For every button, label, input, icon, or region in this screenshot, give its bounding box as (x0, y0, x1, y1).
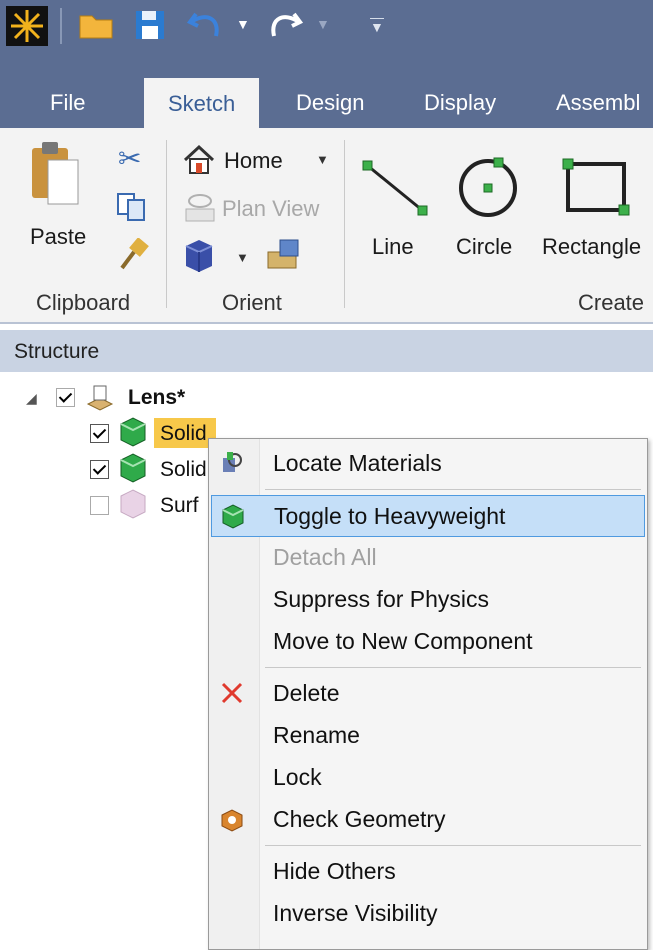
divider (344, 140, 345, 308)
tree-node-lens[interactable]: ◢ Lens* (0, 382, 220, 414)
delete-x-icon (221, 682, 243, 704)
open-folder-icon[interactable] (78, 8, 114, 47)
tree-item-label: Surf (160, 494, 199, 517)
plan-view-button: Plan View (182, 192, 342, 228)
menu-item-label: Check Geometry (273, 806, 446, 832)
menu-separator (265, 845, 641, 846)
collapse-triangle-icon[interactable]: ◢ (26, 390, 37, 407)
menu-item-hide-others[interactable]: Hide Others (209, 851, 647, 891)
menu-item-label: Toggle to Heavyweight (274, 503, 506, 529)
circle-icon (459, 157, 517, 217)
undo-dropdown-icon[interactable]: ▼ (236, 16, 250, 32)
tab-display[interactable]: Display (424, 90, 496, 116)
menu-item-label: Lock (273, 764, 322, 790)
menu-item-locate-materials[interactable]: Locate Materials (209, 443, 647, 483)
structure-panel-header: Structure (0, 330, 653, 372)
snap-view-icon[interactable] (264, 236, 304, 279)
undo-icon[interactable] (186, 6, 226, 49)
clipboard-group-label: Clipboard (36, 290, 131, 315)
visibility-checkbox[interactable] (90, 460, 109, 479)
plan-view-icon (185, 194, 215, 222)
save-icon[interactable] (134, 8, 166, 47)
menu-item-label: Move to New Component (273, 628, 533, 654)
title-bar: ▼ ▼ — ▼ (0, 0, 653, 78)
tab-design[interactable]: Design (296, 90, 364, 116)
assembly-icon (86, 385, 114, 411)
tree-node-solid-2[interactable]: Solid (0, 452, 210, 486)
menu-item-detach-all: Detach All (209, 537, 647, 577)
menu-item-label: Hide Others (273, 858, 396, 884)
structure-title: Structure (14, 340, 100, 363)
copy-icon[interactable] (114, 190, 150, 229)
menu-item-label: Suppress for Physics (273, 586, 490, 612)
format-painter-icon[interactable] (116, 237, 152, 277)
menu-item-delete[interactable]: Delete (209, 673, 647, 713)
menu-item-toggle-heavyweight[interactable]: Toggle to Heavyweight (211, 495, 645, 537)
menu-item-label: Delete (273, 680, 340, 706)
paste-button[interactable]: Paste (24, 140, 96, 258)
locate-materials-icon (223, 452, 242, 472)
tree-item-label: Solid (160, 422, 207, 445)
menu-item-label: Rename (273, 722, 360, 748)
view-dropdown-icon[interactable]: ▼ (236, 250, 249, 265)
check-geometry-icon (221, 809, 243, 832)
menu-item-check-geometry[interactable]: Check Geometry (209, 799, 647, 839)
redo-dropdown-icon[interactable]: ▼ (316, 16, 330, 32)
ribbon-tabs: File Sketch Design Display Assembl (0, 78, 653, 132)
orient-group-label: Orient (222, 290, 282, 315)
context-menu: Locate Materials Toggle to Heavyweight D… (208, 438, 648, 950)
tree-item-label: Solid (160, 458, 207, 481)
menu-item-label: Detach All (273, 544, 377, 570)
tab-file[interactable]: File (50, 90, 85, 116)
tree-node-surface[interactable]: Surf (0, 488, 210, 522)
line-label: Line (372, 234, 414, 259)
menu-item-label: Locate Materials (273, 450, 442, 476)
circle-button[interactable]: Circle (452, 154, 532, 264)
menu-item-move-component[interactable]: Move to New Component (209, 621, 647, 661)
create-group-label: Create (578, 290, 645, 315)
menu-item-label: Inverse Visibility (273, 900, 438, 926)
surface-body-icon (120, 489, 146, 519)
app-logo-icon[interactable] (6, 6, 48, 46)
circle-label: Circle (456, 234, 513, 259)
divider (166, 140, 167, 308)
ribbon-panel: Paste ✂ Clipboard Home ▼ Plan View ▼ Ori… (0, 128, 653, 324)
paste-icon (32, 142, 79, 205)
menu-item-suppress-physics[interactable]: Suppress for Physics (209, 579, 647, 619)
home-button[interactable]: Home ▼ (182, 144, 342, 180)
menu-item-inverse-visibility[interactable]: Inverse Visibility (209, 893, 647, 933)
rectangle-label: Rectangle (542, 234, 642, 259)
home-label: Home (224, 148, 283, 173)
solid-body-icon (222, 504, 244, 529)
divider (60, 8, 62, 44)
cut-icon[interactable]: ✂ (118, 142, 141, 175)
menu-separator (265, 489, 641, 490)
visibility-checkbox[interactable] (90, 424, 109, 443)
view-cube-icon[interactable] (182, 236, 216, 279)
rectangle-button[interactable]: Rectangle (540, 154, 653, 264)
menu-separator (265, 667, 641, 668)
visibility-checkbox[interactable] (56, 388, 75, 407)
solid-body-icon (120, 417, 146, 447)
customize-toolbar-icon[interactable]: — ▼ (370, 10, 384, 34)
home-dropdown-icon[interactable]: ▼ (316, 152, 329, 167)
solid-body-icon (120, 453, 146, 483)
menu-item-lock[interactable]: Lock (209, 757, 647, 797)
plan-view-label: Plan View (222, 196, 320, 221)
home-icon (183, 144, 215, 174)
rectangle-icon (562, 158, 630, 216)
tab-sketch[interactable]: Sketch (144, 78, 260, 132)
line-icon (362, 160, 428, 216)
tree-node-solid-1[interactable]: Solid (0, 416, 220, 450)
redo-icon[interactable] (264, 6, 304, 49)
tab-assembly[interactable]: Assembl (556, 90, 640, 116)
tree-root-label: Lens* (128, 386, 186, 409)
paste-label: Paste (30, 224, 87, 249)
visibility-checkbox[interactable] (90, 496, 109, 515)
line-button[interactable]: Line (356, 154, 436, 264)
menu-item-rename[interactable]: Rename (209, 715, 647, 755)
